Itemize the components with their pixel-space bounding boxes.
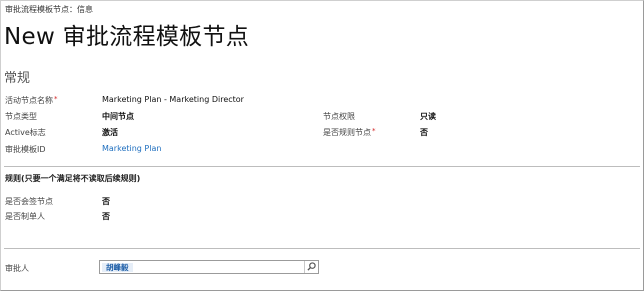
section-divider [4,166,640,167]
node-name-label: 活动节点名称* [5,95,58,105]
required-marker: * [54,95,58,103]
creator-value[interactable]: 否 [102,211,110,222]
page-title: New 审批流程模板节点 [4,24,250,50]
approver-label: 审批人 [5,264,29,273]
active-flag-label: Active标志 [5,128,46,137]
lookup-button[interactable] [304,261,318,273]
is-rule-node-value[interactable]: 否 [420,127,428,138]
template-id-link[interactable]: Marketing Plan [102,144,161,153]
node-type-label: 节点类型 [5,112,37,121]
node-permission-value[interactable]: 只读 [420,111,436,122]
node-name-value[interactable]: Marketing Plan - Marketing Director [102,95,244,104]
breadcrumb: 审批流程模板节点：信息 [5,5,93,14]
section-divider [4,248,640,249]
active-flag-value[interactable]: 激活 [102,127,118,138]
approver-value[interactable]: 胡峰毅 [102,263,133,272]
is-rule-node-label: 是否规则节点* [323,127,376,137]
countersign-value[interactable]: 否 [102,196,110,207]
approver-lookup[interactable]: 胡峰毅 [99,260,319,274]
form-window: 审批流程模板节点：信息 New 审批流程模板节点 常规 活动节点名称* Mark… [0,0,644,291]
section-title-general: 常规 [4,71,31,86]
creator-label: 是否制单人 [5,212,45,221]
countersign-label: 是否会签节点 [5,197,53,206]
rules-heading: 规则(只要一个满足将不读取后续规则) [5,174,141,183]
template-id-label: 审批模板ID [5,145,46,154]
search-icon [307,262,316,271]
node-permission-label: 节点权限 [323,112,355,121]
node-type-value[interactable]: 中间节点 [102,111,134,122]
required-marker: * [372,127,376,135]
